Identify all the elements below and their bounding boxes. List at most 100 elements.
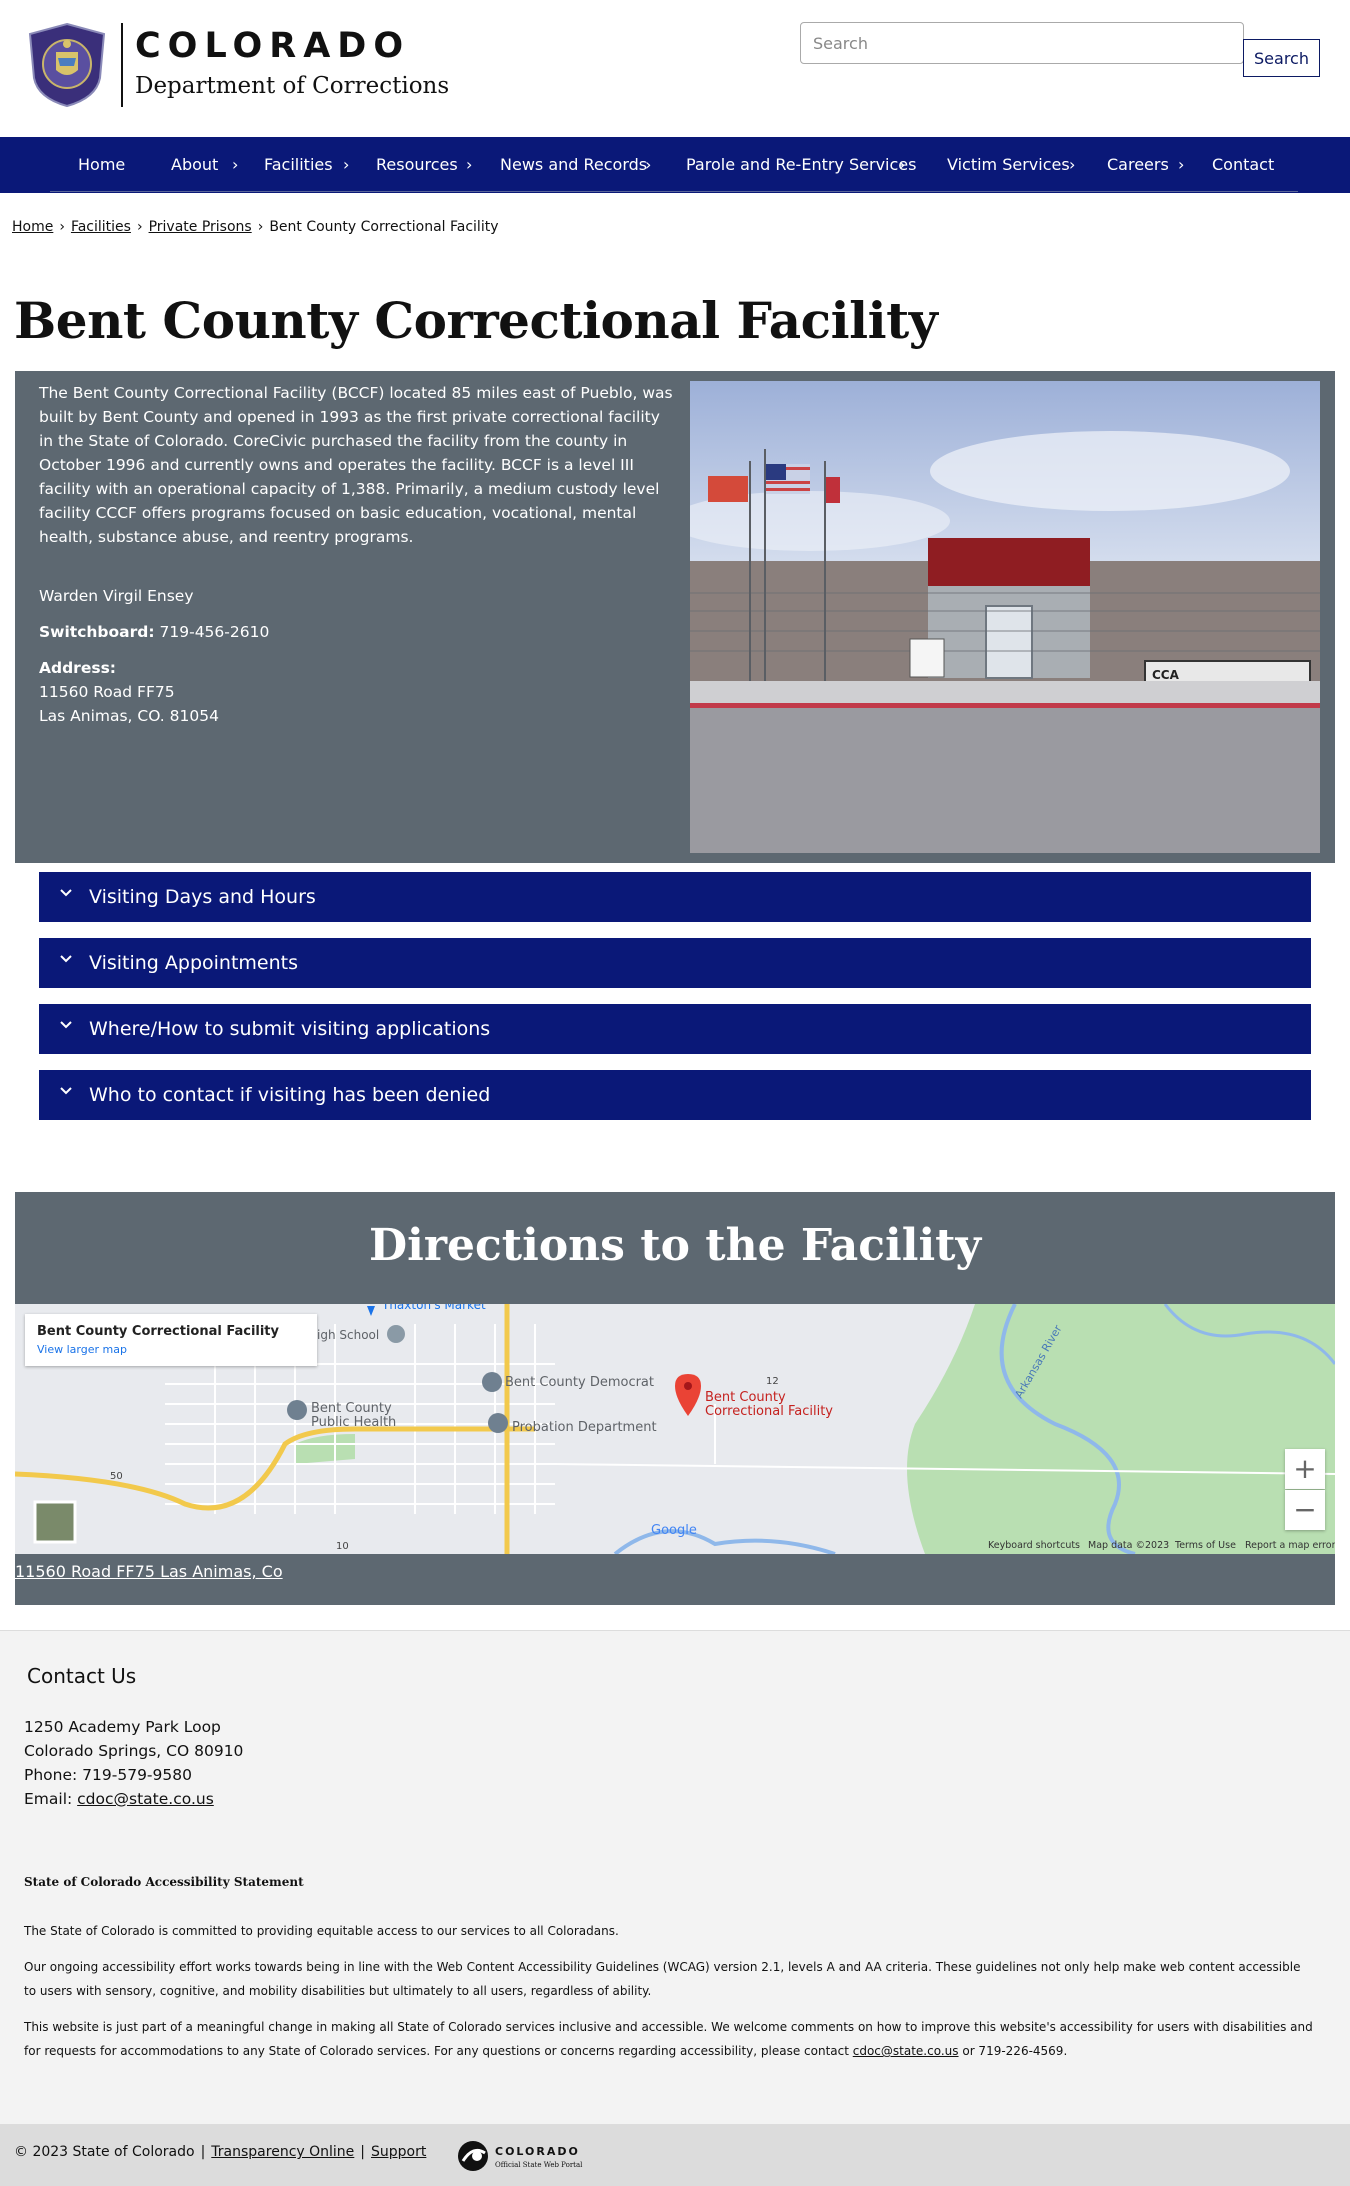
map-label-thaxtons: Thaxton's Market [381,1304,486,1312]
support-link[interactable]: Support [371,2144,426,2160]
chevron-down-icon [60,1087,72,1095]
breadcrumb-separator: › [257,219,264,235]
breadcrumb: Home › Facilities › Private Prisons › Bent Cou… [12,219,499,235]
google-logo: Google [651,1523,697,1538]
switchboard: Switchboard: 719-456-2610 [39,620,269,644]
breadcrumb-facilities[interactable]: Facilities [71,219,131,235]
contact-email-link[interactable]: cdoc@state.co.us [77,1790,214,1808]
report-map-error-link[interactable]: Report a map error [1245,1540,1335,1551]
accessibility-paragraph-2: Our ongoing accessibility effort works t… [24,1960,1301,1998]
nav-item-facilities[interactable]: Facilities [264,137,333,193]
switchboard-label: Switchboard: [39,623,155,641]
copyright-text: © 2023 State of Colorado [14,2144,195,2160]
accessibility-email-link[interactable]: cdoc@state.co.us [853,2044,959,2058]
map-label-public-health-1: Bent County [311,1401,392,1416]
map-label-high-school: igh School [317,1328,379,1342]
facility-info-panel: The Bent County Correctional Facility (B… [15,371,1335,863]
main-nav: Home About › Facilities › Resources › Ne… [0,137,1350,193]
breadcrumb-separator: › [59,219,65,235]
nav-item-parole[interactable]: Parole and Re-Entry Services [686,137,916,193]
breadcrumb-separator: › [136,219,143,235]
colorado-seal-icon[interactable] [28,22,106,108]
transparency-link[interactable]: Transparency Online [211,2144,354,2160]
portal-logo-subtitle: Official State Web Portal [495,2161,583,2169]
facility-photo: CCA [690,381,1320,853]
contact-title: Contact Us [27,1664,137,1688]
map-info-card: Bent County Correctional Facility View l… [25,1314,317,1366]
keyboard-shortcuts-link[interactable]: Keyboard shortcuts [988,1540,1080,1551]
nav-item-news-records[interactable]: News and Records [500,137,647,193]
accordion-label: Where/How to submit visiting application… [89,1018,491,1040]
chevron-right-icon[interactable]: › [343,137,349,193]
breadcrumb-current: Bent County Correctional Facility [269,219,499,235]
brand-state-name[interactable]: COLORADO [135,26,410,66]
chevron-right-icon[interactable]: › [899,137,905,193]
switchboard-value: 719-456-2610 [159,623,270,641]
embedded-map[interactable]: Thaxton's Market igh School Bent County … [15,1304,1335,1554]
contact-address-1: 1250 Academy Park Loop [24,1718,221,1736]
breadcrumb-home[interactable]: Home [12,219,53,235]
address-label: Address: [39,659,116,677]
copyright-line: © 2023 State of Colorado | Transparency On… [14,2144,427,2160]
chevron-down-icon [60,889,72,897]
chevron-right-icon[interactable]: › [1178,137,1184,193]
directions-title: Directions to the Facility [368,1220,982,1271]
map-label-route-50: 50 [110,1471,123,1482]
brand-department-name[interactable]: Department of Corrections [135,73,449,99]
map-address-link[interactable]: 11560 Road FF75 Las Animas, Co [15,1562,283,1581]
map-card-title: Bent County Correctional Facility [37,1324,279,1339]
nav-item-victim-services[interactable]: Victim Services [947,137,1070,193]
zoom-out-button[interactable]: − [1285,1490,1325,1530]
bottom-bar: © 2023 State of Colorado | Transparency On… [0,2124,1350,2186]
nav-item-about[interactable]: About [171,137,218,193]
map-label-route-12: 12 [766,1376,779,1387]
address-line-2: Las Animas, CO. 81054 [39,707,219,725]
zoom-in-button[interactable]: + [1285,1449,1325,1489]
nav-item-home[interactable]: Home [78,137,125,193]
map-label-route-10: 10 [336,1541,349,1552]
breadcrumb-private-prisons[interactable]: Private Prisons [149,219,252,235]
accordion-visiting-days[interactable]: Visiting Days and Hours [39,872,1311,922]
chevron-right-icon[interactable]: › [1069,137,1075,193]
chevron-right-icon[interactable]: › [232,137,238,193]
search-button[interactable]: Search [1243,39,1320,77]
accordion-visiting-appointments[interactable]: Visiting Appointments [39,938,1311,988]
site-footer: Contact Us 1250 Academy Park Loop Colora… [0,1630,1350,2124]
map-label-democrat: Bent County Democrat [505,1375,654,1390]
accordion-visiting-denied[interactable]: Who to contact if visiting has been deni… [39,1070,1311,1120]
map-label-public-health-2: Public Health [311,1415,396,1430]
contact-address-2: Colorado Springs, CO 80910 [24,1742,244,1760]
nav-item-contact[interactable]: Contact [1212,137,1274,193]
chevron-right-icon[interactable]: › [466,137,472,193]
accessibility-title: State of Colorado Accessibility Statemen… [24,1875,304,1889]
chevron-right-icon[interactable]: › [645,137,651,193]
facility-description: The Bent County Correctional Facility (B… [39,384,673,546]
nav-item-careers[interactable]: Careers [1107,137,1169,193]
contact-email: Email: cdoc@state.co.us [24,1790,214,1808]
map-label-probation: Probation Department [512,1420,657,1435]
accessibility-paragraph-1: The State of Colorado is committed to pr… [24,1924,619,1938]
chevron-down-icon [60,955,72,963]
accordion-label: Visiting Appointments [89,952,299,974]
accessibility-paragraph-3: This website is just part of a meaningfu… [24,2020,1313,2058]
nav-divider [50,191,1298,192]
page-title: Bent County Correctional Facility [14,291,938,350]
accordion-label: Who to contact if visiting has been deni… [89,1084,491,1106]
contact-phone: Phone: 719-579-9580 [24,1766,192,1784]
svg-text:CCA: CCA [1152,668,1180,682]
nav-item-resources[interactable]: Resources [376,137,458,193]
address-line-1: 11560 Road FF75 [39,683,175,701]
view-larger-map-link[interactable]: View larger map [37,1343,127,1356]
map-data-text: Map data ©2023 [1088,1540,1170,1551]
accordion-visiting-applications[interactable]: Where/How to submit visiting application… [39,1004,1311,1054]
portal-logo-name: COLORADO [495,2145,580,2158]
chevron-down-icon [60,1021,72,1029]
site-header: COLORADO Department of Corrections Searc… [0,0,1350,137]
warden-name: Warden Virgil Ensey [39,587,194,605]
logo-divider [121,23,123,107]
colorado-portal-logo-icon[interactable]: COLORADO Official State Web Portal [455,2139,595,2173]
search-input[interactable] [800,22,1244,64]
map-label-facility-1: Bent County [705,1390,786,1405]
terms-link[interactable]: Terms of Use [1175,1540,1236,1551]
directions-section: Directions to the Facility Thaxton's Mar… [15,1192,1335,1605]
